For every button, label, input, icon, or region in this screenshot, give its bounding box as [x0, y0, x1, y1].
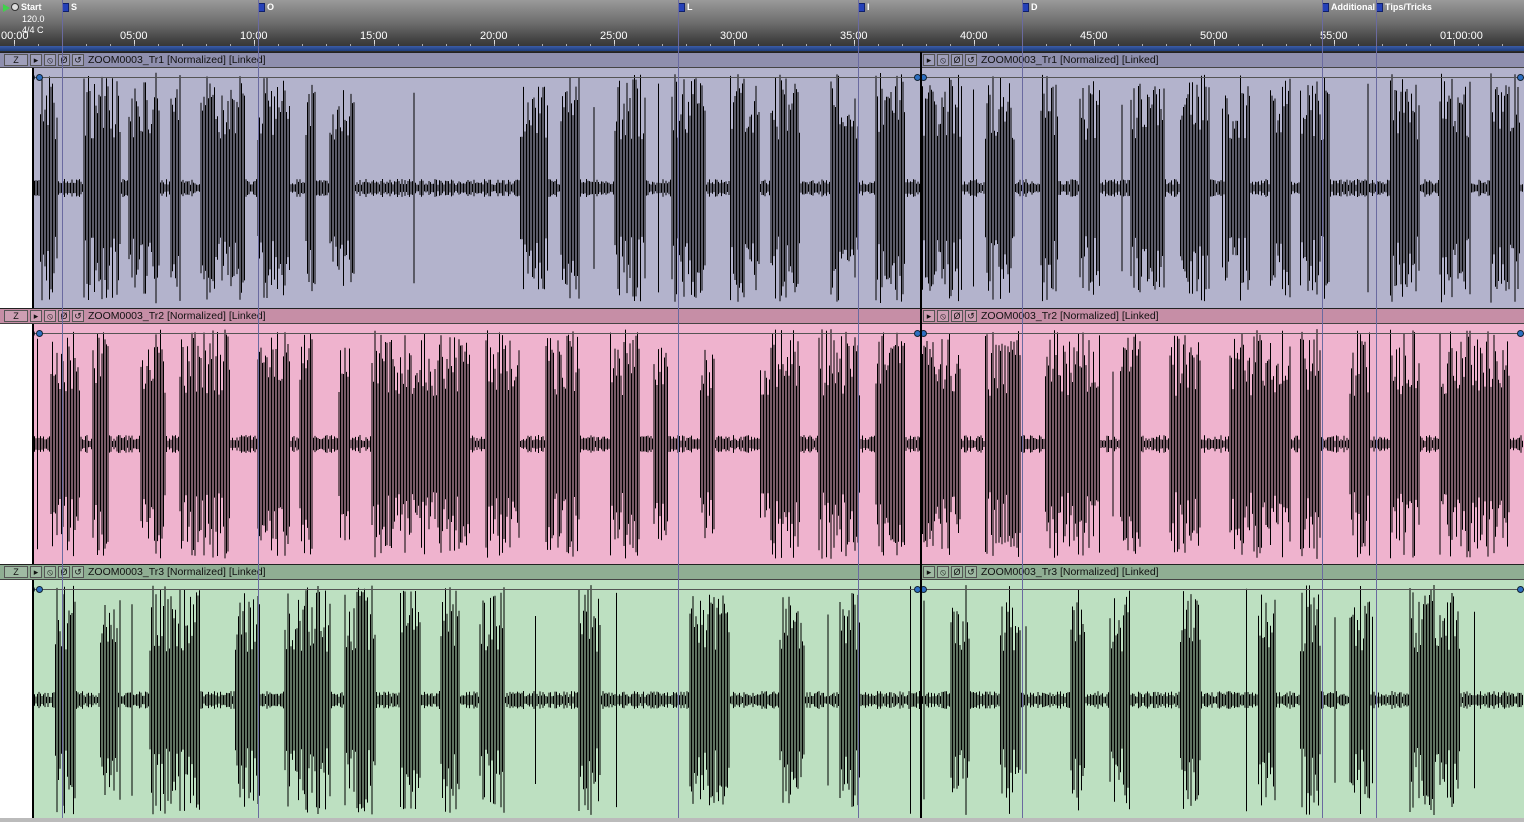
no-entry-icon[interactable]: ⦸	[44, 54, 56, 66]
track-collapse-button[interactable]: Z	[4, 54, 28, 66]
loop-icon[interactable]: ↺	[72, 566, 84, 578]
audio-track-tr3[interactable]: Z ▸ ⦸ Ø ↺ ZOOM0003_Tr3 [Normalized] [Linked] ▸…	[0, 564, 1524, 820]
no-entry-icon[interactable]: ⦸	[937, 566, 949, 578]
clip-name[interactable]: ZOOM0003_Tr2 [Normalized] [Linked]	[981, 309, 1159, 323]
audio-clip[interactable]	[0, 68, 1524, 308]
no-entry-icon[interactable]: ⦸	[937, 310, 949, 322]
marker-flag-icon[interactable]	[1322, 3, 1329, 12]
horizontal-scrollbar[interactable]	[0, 818, 1524, 822]
phase-icon[interactable]: Ø	[951, 54, 963, 66]
phase-icon[interactable]: Ø	[58, 54, 70, 66]
loop-icon[interactable]: ↺	[72, 310, 84, 322]
loop-icon[interactable]: ↺	[72, 54, 84, 66]
envelope-node-icon[interactable]	[1517, 330, 1524, 337]
track-header[interactable]: Z ▸ ⦸ Ø ↺ ZOOM0003_Tr1 [Normalized] [Linked] ▸…	[0, 52, 1524, 68]
marker-label[interactable]: I	[867, 2, 870, 12]
waveform	[0, 72, 1523, 304]
clip-gap	[0, 580, 34, 820]
volume-envelope-line[interactable]	[0, 77, 1524, 78]
volume-envelope-line[interactable]	[0, 589, 1524, 590]
volume-envelope-line[interactable]	[0, 333, 1524, 334]
waveform	[0, 329, 1523, 559]
clip-split-divider[interactable]	[920, 52, 922, 308]
phase-icon[interactable]: Ø	[951, 310, 963, 322]
clip-gap	[0, 68, 34, 308]
clip-name[interactable]: ZOOM0003_Tr1 [Normalized] [Linked]	[981, 53, 1159, 67]
marker-flag-icon[interactable]	[1022, 3, 1029, 12]
envelope-node-icon[interactable]	[1517, 586, 1524, 593]
track-collapse-button[interactable]: Z	[4, 566, 28, 578]
time-tick-label: 01:00:00	[1440, 30, 1483, 42]
marker-label[interactable]: Additional	[1331, 2, 1375, 12]
play-right-icon[interactable]: ▸	[30, 566, 42, 578]
envelope-node-icon[interactable]	[36, 586, 43, 593]
no-entry-icon[interactable]: ⦸	[44, 310, 56, 322]
audio-clip[interactable]	[0, 324, 1524, 564]
no-entry-icon[interactable]: ⦸	[44, 566, 56, 578]
clip-name[interactable]: ZOOM0003_Tr1 [Normalized] [Linked]	[88, 53, 266, 67]
marker-label[interactable]: Tips/Tricks	[1385, 2, 1432, 12]
track-header[interactable]: Z ▸ ⦸ Ø ↺ ZOOM0003_Tr3 [Normalized] [Linked] ▸…	[0, 564, 1524, 580]
play-right-icon[interactable]: ▸	[30, 310, 42, 322]
loop-icon[interactable]: ↺	[965, 566, 977, 578]
marker-label[interactable]: O	[267, 2, 274, 12]
play-right-icon[interactable]: ▸	[923, 566, 935, 578]
audio-track-tr1[interactable]: Z ▸ ⦸ Ø ↺ ZOOM0003_Tr1 [Normalized] [Linked] ▸…	[0, 52, 1524, 308]
clip-name[interactable]: ZOOM0003_Tr3 [Normalized] [Linked]	[88, 565, 266, 579]
audio-track-tr2[interactable]: Z ▸ ⦸ Ø ↺ ZOOM0003_Tr2 [Normalized] [Linked] ▸…	[0, 308, 1524, 564]
envelope-node-icon[interactable]	[1517, 74, 1524, 81]
clip-name[interactable]: ZOOM0003_Tr2 [Normalized] [Linked]	[88, 309, 266, 323]
timeline-ruler[interactable]: Start 120.0 4/4 C S O L I D Additional Tips/Tr…	[0, 0, 1524, 52]
marker-label[interactable]: D	[1031, 2, 1038, 12]
clip-split-divider[interactable]	[920, 564, 922, 820]
play-start-icon[interactable]	[3, 4, 10, 12]
clip-name[interactable]: ZOOM0003_Tr3 [Normalized] [Linked]	[981, 565, 1159, 579]
phase-icon[interactable]: Ø	[58, 566, 70, 578]
envelope-node-icon[interactable]	[36, 74, 43, 81]
marker-flag-icon[interactable]	[678, 3, 685, 12]
marker-flag-icon[interactable]	[1376, 3, 1383, 12]
track-collapse-button[interactable]: Z	[4, 310, 28, 322]
marker-flag-icon[interactable]	[858, 3, 865, 12]
clip-gap	[0, 324, 34, 564]
marker-flag-icon[interactable]	[62, 3, 69, 12]
start-label: Start	[21, 2, 42, 12]
audio-clip[interactable]	[0, 580, 1524, 820]
record-circle-icon	[11, 3, 19, 11]
loop-icon[interactable]: ↺	[965, 310, 977, 322]
waveform	[0, 585, 1523, 815]
loop-icon[interactable]: ↺	[965, 54, 977, 66]
play-right-icon[interactable]: ▸	[923, 54, 935, 66]
clip-split-divider[interactable]	[920, 308, 922, 564]
marker-flag-icon[interactable]	[258, 3, 265, 12]
play-right-icon[interactable]: ▸	[923, 310, 935, 322]
no-entry-icon[interactable]: ⦸	[937, 54, 949, 66]
envelope-node-icon[interactable]	[36, 330, 43, 337]
waveform-path	[0, 329, 1523, 559]
ruler-bar[interactable]	[0, 46, 1524, 51]
waveform-path	[0, 585, 1523, 815]
play-right-icon[interactable]: ▸	[30, 54, 42, 66]
track-header[interactable]: Z ▸ ⦸ Ø ↺ ZOOM0003_Tr2 [Normalized] [Linked] ▸…	[0, 308, 1524, 324]
waveform-path	[0, 72, 1523, 304]
marker-label[interactable]: L	[687, 2, 693, 12]
marker-label[interactable]: S	[71, 2, 77, 12]
phase-icon[interactable]: Ø	[951, 566, 963, 578]
phase-icon[interactable]: Ø	[58, 310, 70, 322]
